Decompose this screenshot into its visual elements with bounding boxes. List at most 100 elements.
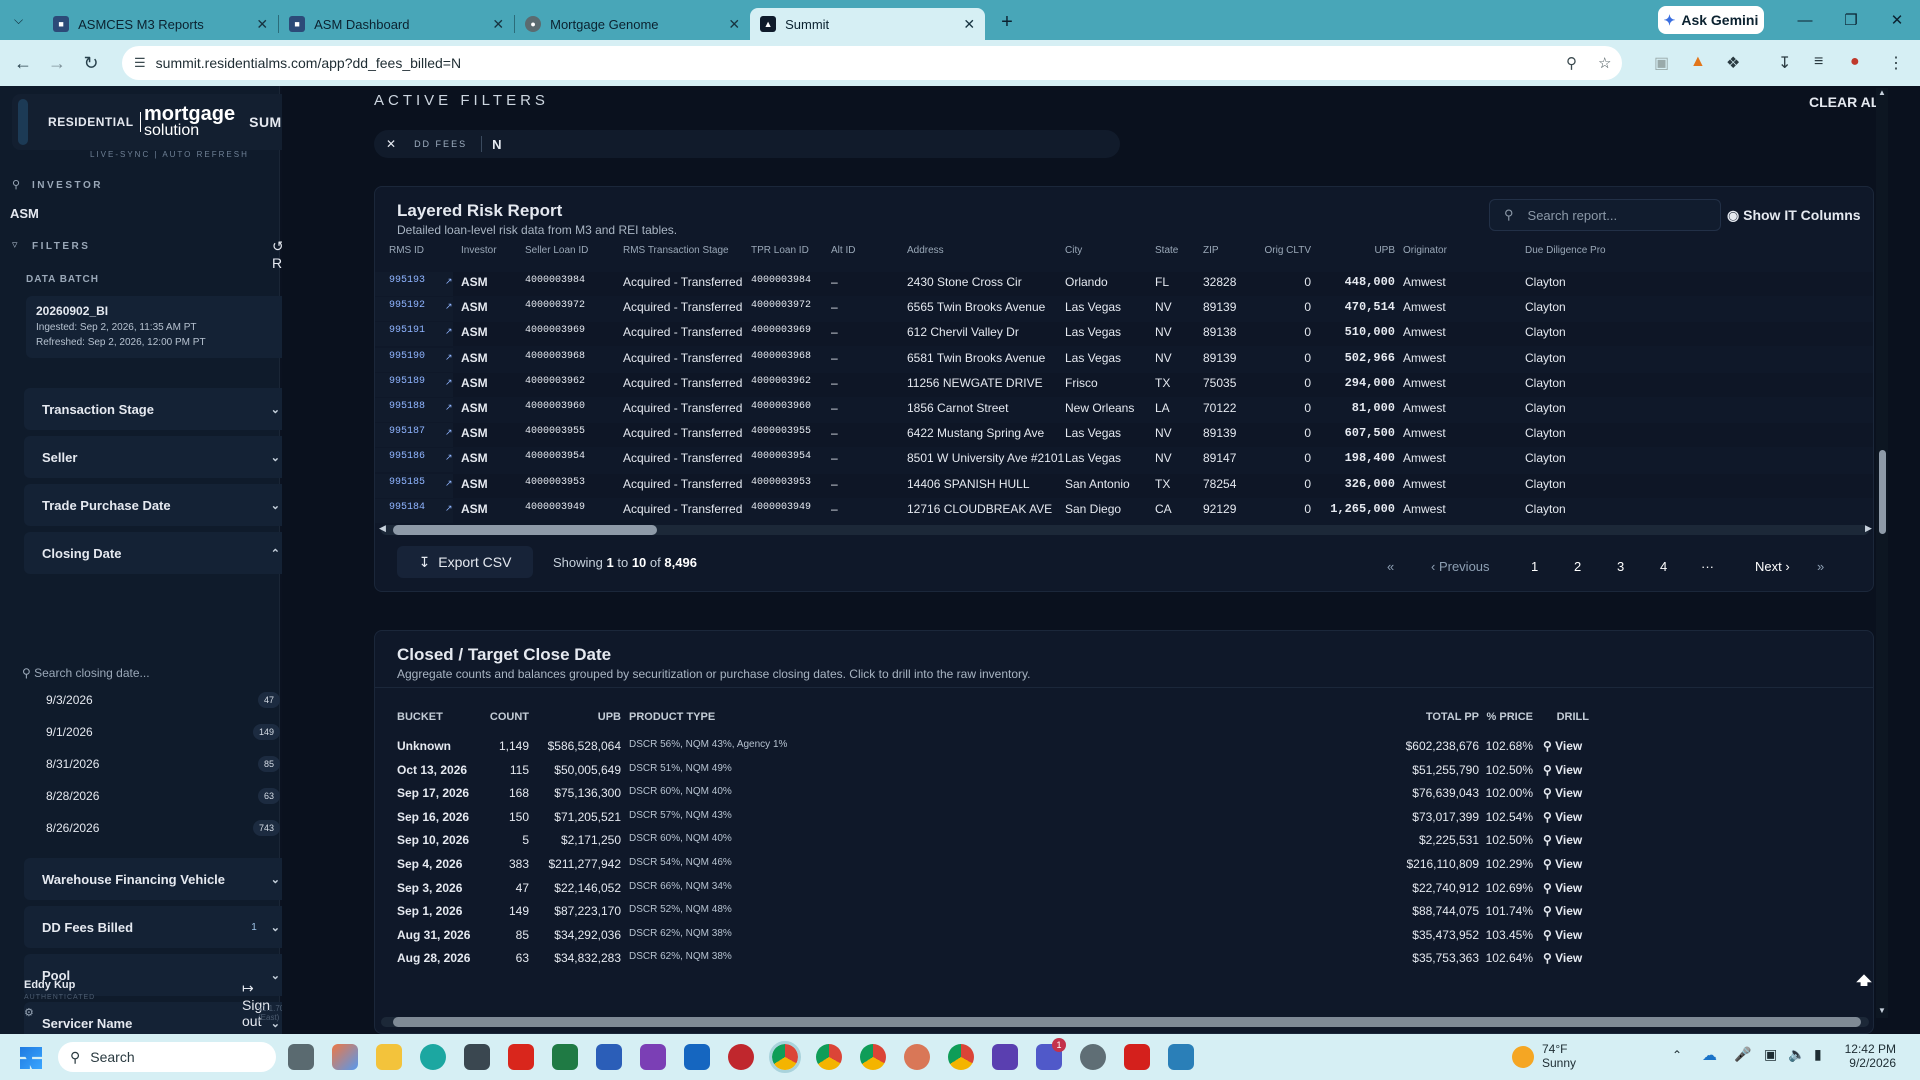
close-icon[interactable]: ✕ bbox=[728, 16, 740, 33]
extension-icon[interactable]: ▣ bbox=[1654, 53, 1669, 73]
tab-asmces-m3-reports[interactable]: ■ ASMCES M3 Reports ✕ bbox=[43, 8, 278, 40]
show-it-columns-button[interactable]: ◉ Show IT Columns bbox=[1727, 207, 1861, 224]
new-tab-plus-icon[interactable]: + bbox=[1001, 11, 1013, 34]
excel-icon[interactable] bbox=[552, 1044, 578, 1070]
tray-overflow-chevron-icon[interactable]: ⌃ bbox=[1672, 1048, 1682, 1062]
close-icon[interactable]: ✕ bbox=[963, 16, 975, 33]
column-header[interactable]: RMS Transaction Stage bbox=[623, 245, 729, 256]
investor-select[interactable]: ASM bbox=[10, 206, 39, 221]
edge-browser-icon[interactable] bbox=[420, 1044, 446, 1070]
column-header[interactable]: Originator bbox=[1403, 245, 1447, 256]
back-to-top-arrow-icon[interactable]: 🠹 bbox=[1856, 962, 1872, 1006]
url-text[interactable]: summit.residentialms.com/app?dd_fees_bil… bbox=[156, 55, 461, 71]
app-l-icon[interactable] bbox=[508, 1044, 534, 1070]
report-search-input[interactable]: ⚲ Search report... bbox=[1489, 199, 1721, 231]
windows-start-icon[interactable] bbox=[20, 1047, 42, 1069]
external-link-icon[interactable]: ↗ bbox=[445, 427, 453, 438]
table-row[interactable] bbox=[375, 448, 1873, 472]
file-explorer-icon[interactable] bbox=[376, 1044, 402, 1070]
rms-id-link[interactable]: 995189 bbox=[389, 376, 425, 387]
tab-asm-dashboard[interactable]: ■ ASM Dashboard ✕ bbox=[279, 8, 514, 40]
rms-id-link[interactable]: 995187 bbox=[389, 426, 425, 437]
metamask-fox-icon[interactable]: ▲ bbox=[1690, 53, 1706, 71]
facet-trade-purchase-date[interactable]: Trade Purchase Date ⌄ bbox=[24, 484, 298, 526]
zoom-search-icon[interactable]: ⚲ bbox=[1566, 54, 1577, 72]
first-page-icon[interactable]: « bbox=[1387, 559, 1394, 574]
column-header[interactable]: ZIP bbox=[1203, 245, 1219, 256]
drill-view-button[interactable]: ⚲ View bbox=[1543, 857, 1582, 871]
table-row[interactable] bbox=[375, 348, 1873, 372]
facet-transaction-stage[interactable]: Transaction Stage ⌄ bbox=[24, 388, 298, 430]
drill-view-button[interactable]: ⚲ View bbox=[1543, 739, 1582, 753]
restore-icon[interactable]: ❐ bbox=[1828, 0, 1874, 40]
task-view-icon[interactable] bbox=[288, 1044, 314, 1070]
column-header[interactable]: Seller Loan ID bbox=[525, 245, 588, 256]
acrobat-icon[interactable] bbox=[1124, 1044, 1150, 1070]
reload-icon[interactable]: ↻ bbox=[78, 53, 104, 74]
settings-gear-icon[interactable]: ⚙ bbox=[24, 1006, 34, 1019]
page-vertical-scrollbar[interactable]: ▲ ▼ bbox=[1876, 88, 1888, 1018]
microphone-icon[interactable]: 🎤 bbox=[1734, 1046, 1751, 1063]
page-scrollbar-thumb[interactable] bbox=[1879, 450, 1886, 534]
chrome-profile-icon[interactable] bbox=[948, 1044, 974, 1070]
external-link-icon[interactable]: ↗ bbox=[445, 452, 453, 463]
table-row[interactable] bbox=[375, 499, 1873, 523]
table-row[interactable] bbox=[375, 372, 1873, 397]
data-batch-select[interactable]: 20260902_BI Ingested: Sep 2, 2026, 11:35… bbox=[26, 296, 308, 358]
closing-date-search[interactable]: ⚲ Search closing date... bbox=[22, 666, 150, 680]
external-link-icon[interactable]: ↗ bbox=[445, 352, 453, 363]
microsoft-365-icon[interactable] bbox=[332, 1044, 358, 1070]
column-header[interactable]: Orig CLTV bbox=[1261, 245, 1312, 256]
scrollbar-thumb[interactable] bbox=[393, 525, 657, 535]
app-chart-icon[interactable] bbox=[1168, 1044, 1194, 1070]
claude-icon[interactable] bbox=[904, 1044, 930, 1070]
minimize-icon[interactable]: — bbox=[1782, 0, 1828, 40]
clock[interactable]: 12:42 PM 9/2/2026 bbox=[1836, 1042, 1896, 1070]
rms-id-link[interactable]: 995190 bbox=[389, 351, 425, 362]
external-link-icon[interactable]: ↗ bbox=[445, 276, 453, 287]
address-bar[interactable]: ☰ summit.residentialms.com/app?dd_fees_b… bbox=[122, 46, 1622, 80]
media-queue-icon[interactable]: ≡ bbox=[1814, 53, 1823, 71]
export-csv-button[interactable]: ↧ Export CSV bbox=[397, 546, 533, 578]
close-icon[interactable]: ✕ bbox=[256, 16, 268, 33]
table-horizontal-scrollbar[interactable] bbox=[381, 1017, 1869, 1027]
column-header[interactable]: TPR Loan ID bbox=[751, 245, 809, 256]
rms-id-link[interactable]: 995188 bbox=[389, 401, 425, 412]
settings-gear-icon[interactable] bbox=[1080, 1044, 1106, 1070]
facet-seller[interactable]: Seller ⌄ bbox=[24, 436, 298, 478]
app-red-icon[interactable] bbox=[728, 1044, 754, 1070]
ask-gemini-button[interactable]: ✦ Ask Gemini bbox=[1658, 6, 1764, 34]
onenote-icon[interactable] bbox=[640, 1044, 666, 1070]
column-header[interactable]: State bbox=[1155, 245, 1178, 256]
column-header[interactable]: Investor bbox=[461, 245, 497, 256]
table-row[interactable] bbox=[375, 297, 1873, 321]
tab-summit[interactable]: ▲ Summit ✕ bbox=[750, 8, 986, 40]
taskbar-search-input[interactable]: ⚲ Search bbox=[58, 1042, 276, 1072]
closing-date-option[interactable]: 9/3/2026 47 bbox=[46, 688, 280, 712]
column-header[interactable]: UPB bbox=[1315, 245, 1395, 256]
site-info-icon[interactable]: ☰ bbox=[134, 55, 146, 71]
scroll-right-arrow-icon[interactable]: ▶ bbox=[1865, 523, 1872, 534]
bookmark-star-icon[interactable]: ☆ bbox=[1598, 54, 1611, 72]
word-icon[interactable] bbox=[596, 1044, 622, 1070]
column-header[interactable]: Due Diligence Pro bbox=[1525, 245, 1606, 256]
page-3-button[interactable]: 3 bbox=[1617, 559, 1624, 574]
previous-page-button[interactable]: ‹ Previous bbox=[1431, 559, 1490, 574]
kebab-menu-icon[interactable]: ⋮ bbox=[1888, 53, 1904, 73]
last-page-icon[interactable]: » bbox=[1817, 559, 1824, 574]
forward-arrow-icon[interactable]: → bbox=[44, 53, 70, 74]
external-link-icon[interactable]: ↗ bbox=[445, 377, 453, 388]
weather-sun-icon[interactable] bbox=[1512, 1046, 1534, 1068]
external-link-icon[interactable]: ↗ bbox=[445, 326, 453, 337]
table-row[interactable] bbox=[375, 272, 1873, 296]
chrome-profile-icon[interactable] bbox=[860, 1044, 886, 1070]
chrome-profile-icon[interactable] bbox=[816, 1044, 842, 1070]
external-link-icon[interactable]: ↗ bbox=[445, 301, 453, 312]
closing-date-option[interactable]: 8/26/2026 743 bbox=[46, 816, 280, 840]
external-link-icon[interactable]: ↗ bbox=[445, 402, 453, 413]
external-link-icon[interactable]: ↗ bbox=[445, 478, 453, 489]
rms-id-link[interactable]: 995191 bbox=[389, 325, 425, 336]
volume-icon[interactable]: 🔈 bbox=[1788, 1046, 1805, 1063]
scroll-down-arrow-icon[interactable]: ▼ bbox=[1878, 1006, 1886, 1015]
outlook-icon[interactable] bbox=[684, 1044, 710, 1070]
